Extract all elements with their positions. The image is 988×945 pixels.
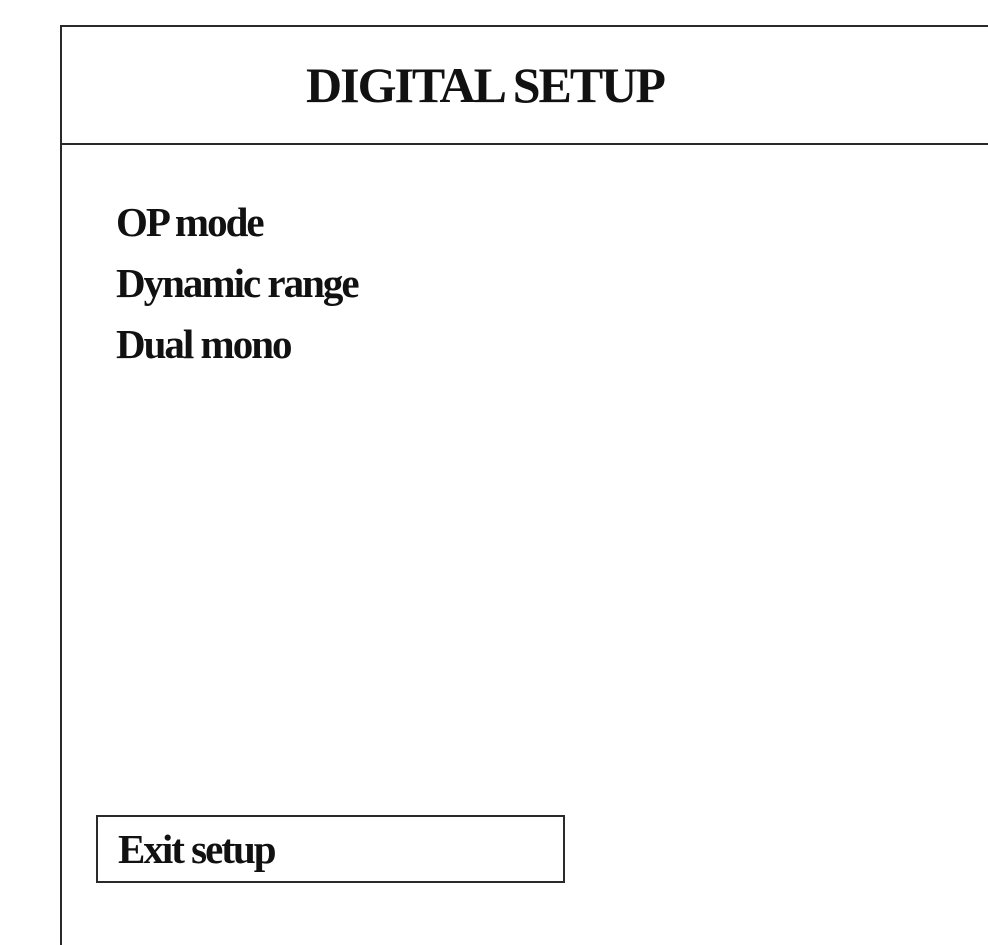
- menu-item-op-mode[interactable]: OP mode: [116, 192, 358, 253]
- menu-header: DIGITAL SETUP: [62, 27, 988, 145]
- menu-title: DIGITAL SETUP: [306, 57, 666, 113]
- exit-setup-button[interactable]: Exit setup: [96, 815, 565, 883]
- digital-setup-menu: DIGITAL SETUP OP mode Dynamic range Dual…: [60, 25, 988, 945]
- menu-item-dynamic-range[interactable]: Dynamic range: [116, 253, 360, 314]
- menu-item-dual-mono[interactable]: Dual mono: [116, 314, 358, 375]
- menu-option-list: OP mode Dynamic range Dual mono: [116, 192, 360, 375]
